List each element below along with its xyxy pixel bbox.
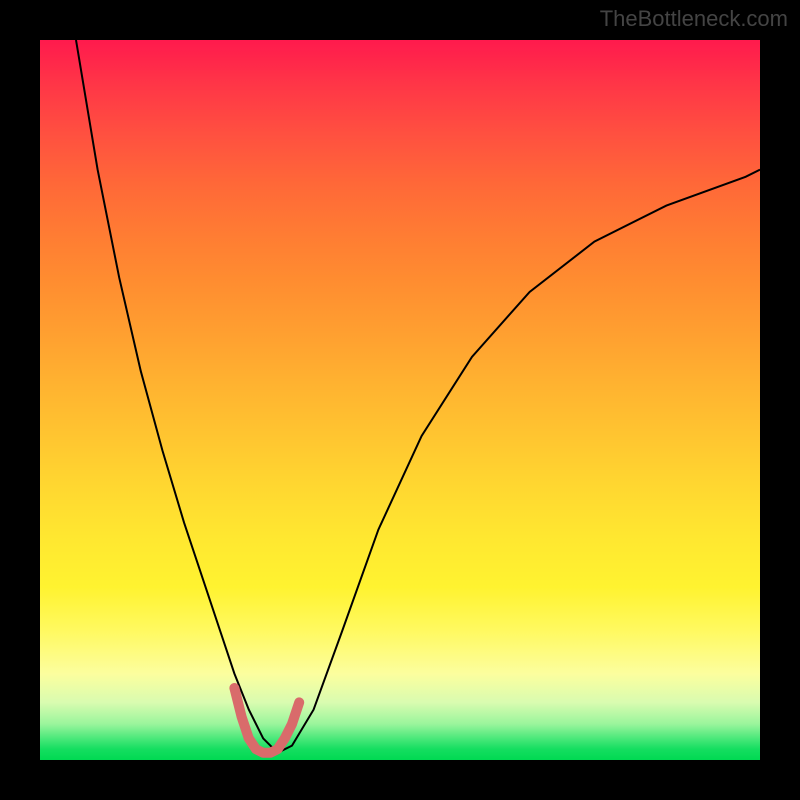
main-curve: [76, 40, 760, 753]
chart-svg: [40, 40, 760, 760]
chart-plot-area: [40, 40, 760, 760]
watermark-text: TheBottleneck.com: [600, 6, 788, 32]
